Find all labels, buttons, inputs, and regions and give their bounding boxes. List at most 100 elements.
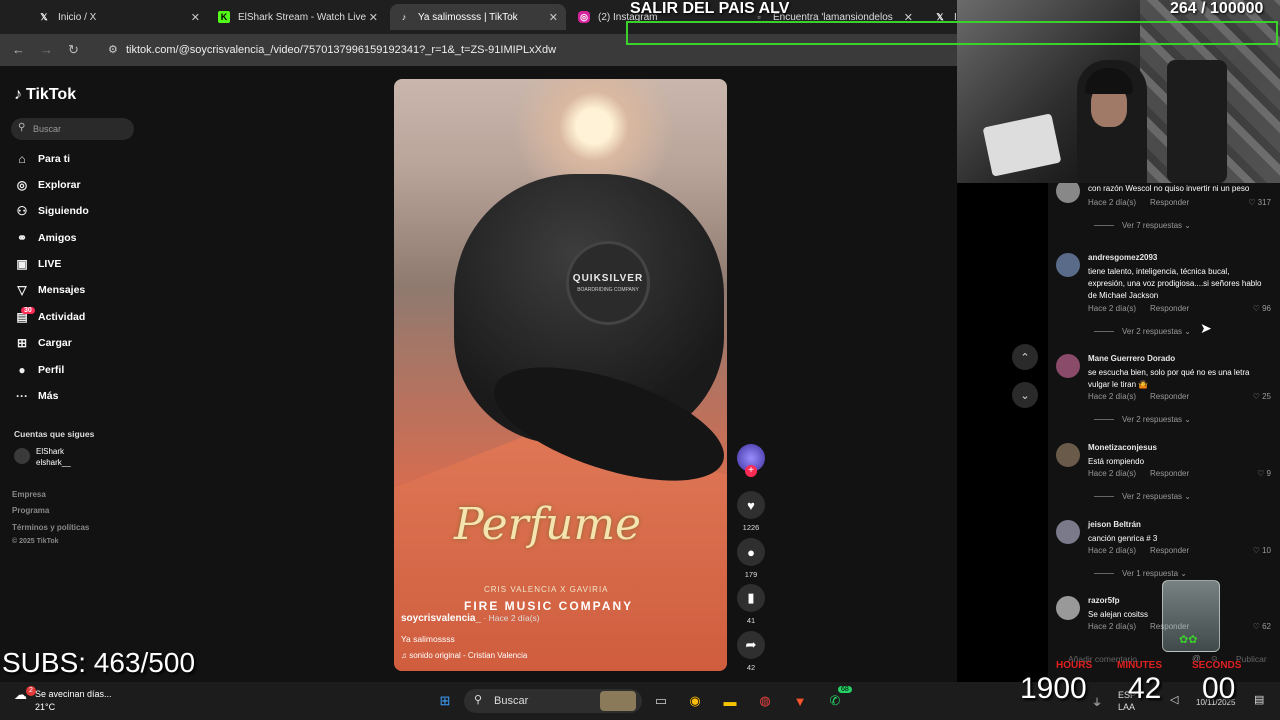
nav-amigos[interactable]: ⚭ Amigos (14, 228, 77, 248)
reply-button[interactable]: Responder (1150, 198, 1189, 207)
reload-icon[interactable]: ↻ (68, 42, 79, 58)
view-replies-button[interactable]: Ver 7 respuestas ⌄ (1094, 221, 1191, 230)
reply-button[interactable]: Responder (1150, 392, 1189, 401)
timer-hours-label: HOURS (1056, 660, 1093, 671)
windows-start-icon[interactable]: ⊞ (434, 690, 456, 712)
nav-label: Perfil (38, 364, 65, 376)
tiktok-logo[interactable]: ♪ TikTok (14, 86, 76, 104)
footer-link[interactable]: Programa (12, 506, 49, 515)
task-view-icon[interactable]: ▭ (650, 690, 672, 712)
upload-icon: ⊞ (16, 336, 28, 350)
reply-button[interactable]: Responder (1150, 546, 1189, 555)
notifications-icon[interactable]: ▤ (1254, 693, 1264, 706)
comment-time: Hace 2 día(s) (1088, 304, 1137, 313)
chrome-icon[interactable]: ◉ (684, 690, 706, 712)
tab-title: ElShark Stream - Watch Live (238, 11, 367, 23)
save-count: 41 (746, 616, 756, 625)
following-header: Cuentas que sigues (14, 429, 95, 439)
view-replies-button[interactable]: Ver 2 respuestas ⌄ (1094, 327, 1191, 336)
timer-seconds: 00 (1202, 672, 1236, 705)
comment-user[interactable]: jeison Beltrán (1088, 520, 1141, 529)
site-info-icon[interactable]: ⚙ (108, 43, 118, 56)
footer-link[interactable]: Términos y políticas (12, 523, 89, 532)
save-button[interactable]: ▮ 41 (737, 584, 765, 625)
comment-button[interactable]: ● 179 (737, 538, 765, 579)
weather-temp: 21°C (35, 702, 56, 712)
close-icon[interactable]: ✕ (191, 11, 200, 24)
tab-tiktok[interactable]: ♪ Ya salimossss | TikTok ✕ (390, 4, 566, 30)
tab-elshark-stream[interactable]: K ElShark Stream - Watch Live ✕ (210, 4, 386, 30)
following-account[interactable]: ElShark elshark__ (14, 446, 71, 468)
nav-mensajes[interactable]: ▽ Mensajes (14, 280, 85, 300)
comment-likes[interactable]: ♡ 317 (1248, 198, 1271, 207)
avatar[interactable] (1056, 443, 1080, 467)
nav-perfil[interactable]: ● Perfil (14, 360, 64, 380)
like-count: 25 (1262, 392, 1271, 401)
whatsapp-badge: 68 (838, 686, 852, 693)
heart-outline-icon: ♡ (1252, 304, 1260, 313)
following-handle: elshark__ (36, 458, 71, 467)
like-button[interactable]: ♥ 1226 (737, 491, 765, 532)
back-icon[interactable]: ← (12, 42, 25, 57)
nav-explorar[interactable]: ◎ Explorar (14, 175, 81, 195)
nav-mas[interactable]: ··· Más (14, 386, 58, 406)
comment-user[interactable]: razor5fp (1088, 596, 1120, 605)
nav-live[interactable]: ▣ LIVE (14, 254, 61, 274)
previous-video-button[interactable]: ⌃ (1012, 344, 1038, 370)
follow-plus-icon[interactable]: + (745, 465, 757, 477)
nav-para-ti[interactable]: ⌂ Para ti (14, 149, 70, 169)
video-player[interactable]: QUIKSILVER BOARDRIDING COMPANY Perfume C… (394, 79, 727, 671)
video-description: Ya salimossss (401, 634, 455, 644)
avatar[interactable] (1056, 520, 1080, 544)
cap-sub-text: BOARDRIDING COMPANY (577, 287, 639, 293)
comment-time: Hace 2 día(s) (1088, 622, 1137, 631)
view-replies-button[interactable]: Ver 2 respuestas ⌄ (1094, 415, 1191, 424)
comment-likes[interactable]: ♡ 25 (1253, 392, 1271, 401)
comment-likes[interactable]: ♡ 62 (1253, 622, 1271, 631)
comment-user[interactable]: Mane Guerrero Dorado (1088, 354, 1175, 363)
close-icon[interactable]: ✕ (369, 11, 378, 24)
webcam-chair (1167, 60, 1227, 183)
footer-link[interactable]: Empresa (12, 490, 46, 499)
tab-inicio-x[interactable]: 𝕏 Inicio / X ✕ (30, 4, 208, 30)
timer-minutes: 42 (1128, 672, 1162, 705)
close-icon[interactable]: ✕ (549, 11, 558, 24)
forward-icon[interactable]: → (40, 42, 53, 57)
next-video-button[interactable]: ⌄ (1012, 382, 1038, 408)
view-replies-button[interactable]: Ver 1 respuesta ⌄ (1094, 569, 1187, 578)
avatar[interactable] (1056, 596, 1080, 620)
comment-text: Está rompiendo (1088, 457, 1145, 466)
comment-user[interactable]: andresgomez2093 (1088, 253, 1157, 262)
comment-likes[interactable]: ♡ 10 (1253, 546, 1271, 555)
comment-likes[interactable]: ♡ 96 (1253, 304, 1271, 313)
avatar[interactable] (1056, 253, 1080, 277)
taskbar-search[interactable]: ⚲ Buscar (464, 689, 642, 713)
like-count: 1226 (742, 523, 760, 532)
nav-siguiendo[interactable]: ⚇ Siguiendo (14, 201, 89, 221)
nav-cargar[interactable]: ⊞ Cargar (14, 333, 72, 353)
nav-label: Actividad (38, 311, 86, 323)
video-author[interactable]: soycrisvalencia_ · Hace 2 día(s) (401, 613, 540, 624)
weather-title: Se avecinan días... (35, 689, 112, 699)
volume-icon[interactable]: ◁ (1170, 693, 1178, 706)
comment-likes[interactable]: ♡ 9 (1257, 469, 1271, 478)
timer-seconds-label: SECONDS (1192, 660, 1242, 671)
heart-outline-icon: ♡ (1252, 622, 1260, 631)
app-icon[interactable]: ◍ (754, 690, 776, 712)
whatsapp-icon[interactable]: ✆ (824, 690, 846, 712)
cap-patch: QUIKSILVER BOARDRIDING COMPANY (566, 241, 650, 325)
video-sound[interactable]: ♫ sonido original - Cristian Valencia (401, 651, 527, 660)
comment-meta: Hace 2 día(s) Responder (1088, 469, 1189, 478)
search-input[interactable]: ⚲ Buscar (11, 118, 134, 140)
view-replies-button[interactable]: Ver 2 respuestas ⌄ (1094, 492, 1191, 501)
share-button[interactable]: ➦ 42 (737, 631, 765, 672)
mic-icon[interactable]: ⏚ (1092, 694, 1102, 709)
avatar[interactable] (1056, 354, 1080, 378)
reply-button[interactable]: Responder (1150, 469, 1189, 478)
brave-icon[interactable]: ▼ (789, 690, 811, 712)
goal-title: SALIR DEL PAIS ALV (630, 0, 790, 17)
video-overlay-credits: CRIS VALENCIA X GAVIRIA (484, 585, 609, 594)
file-explorer-icon[interactable]: ▬ (719, 690, 741, 712)
reply-button[interactable]: Responder (1150, 304, 1189, 313)
comment-user[interactable]: Monetizaconjesus (1088, 443, 1157, 452)
